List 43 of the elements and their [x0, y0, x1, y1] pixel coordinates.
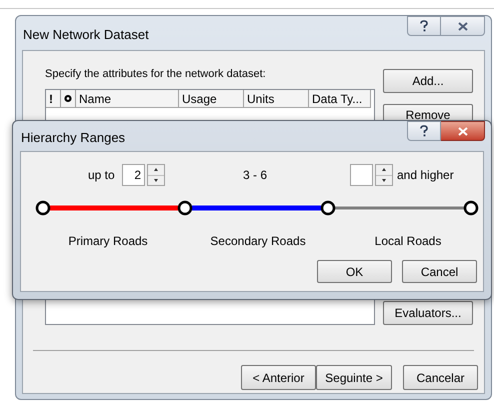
dialog-button[interactable]: Add...	[383, 69, 473, 93]
down-arrow-icon	[154, 178, 158, 182]
range-node[interactable]	[36, 200, 50, 216]
help-button[interactable]	[407, 121, 441, 141]
dialog-button[interactable]: Cancel	[402, 260, 477, 283]
up-arrow-icon	[154, 168, 158, 172]
segment-label: Local Roads	[374, 233, 442, 250]
help-button[interactable]	[407, 16, 441, 36]
prompt-text: Specify the attributes for the network dataset:	[45, 67, 267, 81]
help-icon	[420, 20, 428, 32]
up-arrow-icon	[382, 168, 386, 172]
segment-label: Primary Roads	[68, 233, 148, 250]
column-header[interactable]: Usage	[179, 90, 244, 108]
column-header[interactable]: !	[46, 90, 61, 108]
dialog-button[interactable]: < Anterior	[241, 365, 316, 390]
column-header[interactable]: Name	[76, 90, 179, 108]
window-title: Hierarchy Ranges	[21, 129, 126, 147]
number-field[interactable]: 2	[122, 164, 145, 186]
close-icon	[458, 126, 468, 136]
help-icon	[420, 125, 428, 137]
dialog-button[interactable]: Seguinte >	[316, 365, 392, 390]
column-header[interactable]: Units	[244, 90, 309, 108]
range-node[interactable]	[320, 200, 336, 216]
dialog-button[interactable]: Cancelar	[403, 365, 478, 390]
segment-label: Secondary Roads	[210, 233, 306, 250]
and-higher-label: and higher	[397, 167, 454, 184]
close-button[interactable]	[441, 121, 485, 141]
range-label: 3 - 6	[243, 167, 268, 184]
close-button[interactable]	[441, 16, 485, 36]
close-icon	[458, 22, 468, 30]
column-header[interactable]	[61, 90, 76, 108]
spinner[interactable]	[147, 164, 165, 186]
down-arrow-icon	[382, 178, 386, 182]
circle-icon	[64, 94, 72, 103]
range-node[interactable]	[178, 200, 192, 216]
column-header[interactable]: Data Ty...	[309, 90, 371, 108]
spinner[interactable]	[375, 164, 393, 186]
range-node[interactable]	[464, 200, 478, 216]
dialog-button[interactable]: Evaluators...	[383, 301, 473, 325]
number-field[interactable]	[350, 164, 373, 186]
up-to-label: up to	[88, 167, 116, 184]
window-title: New Network Dataset	[23, 26, 149, 44]
dialog-button[interactable]: OK	[317, 260, 392, 283]
